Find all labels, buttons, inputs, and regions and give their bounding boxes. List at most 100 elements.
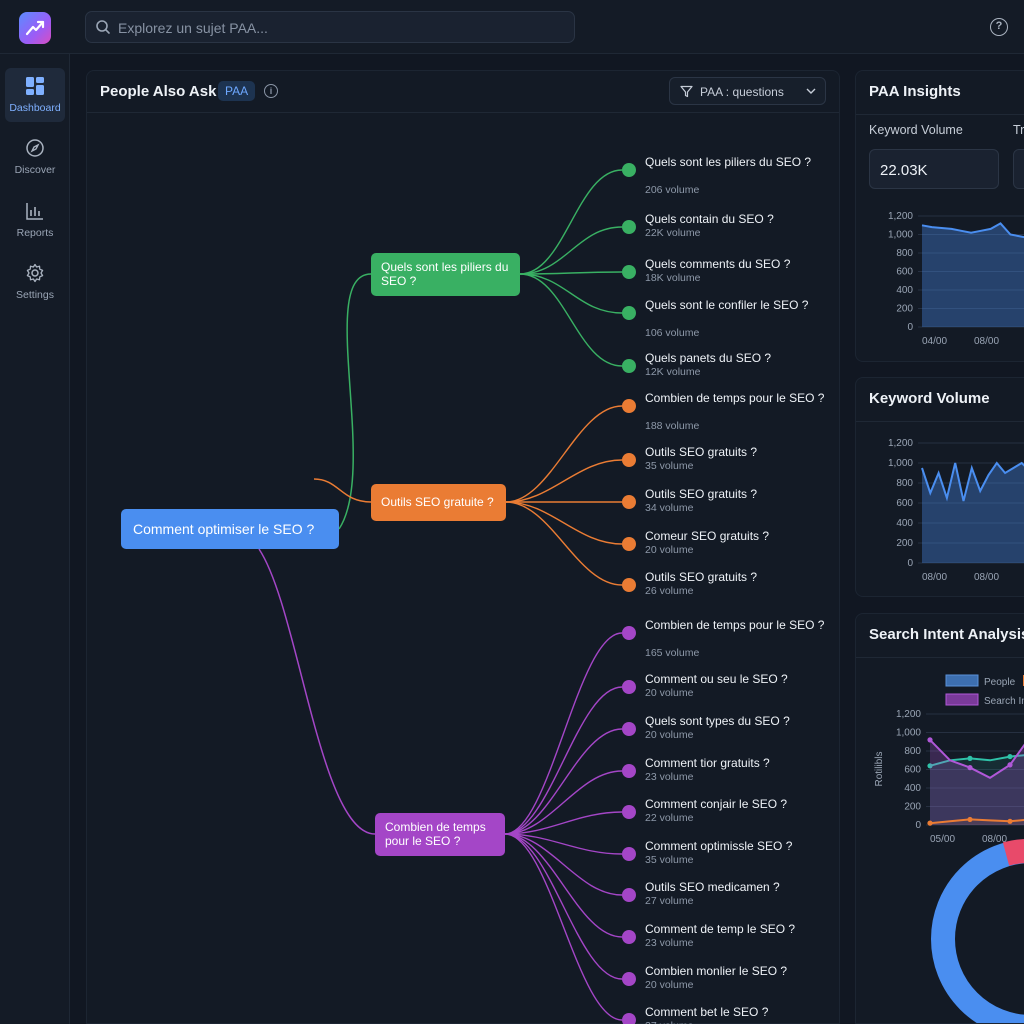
question-volume: 188 volume [645,420,700,432]
question-dot [622,495,636,509]
y-tick-label: 0 [907,558,913,569]
data-point [967,755,973,761]
question-volume: 35 volume [645,854,694,866]
y-tick-label: 1,000 [896,728,921,739]
y-tick-label: 800 [896,248,913,259]
question-text: Quels sont le confiler le SEO ? [645,298,809,312]
trend-up-icon [25,20,45,36]
legend-swatch [945,693,979,706]
branch-node-outils[interactable]: Outils SEO gratuite ? [371,484,506,521]
gear-icon [26,263,44,283]
branch-connector [313,478,372,503]
root-question-node[interactable]: Comment optimiser le SEO ? [121,509,339,549]
data-point [967,765,973,771]
question-text: Comment tior gratuits ? [645,756,770,770]
question-dot [622,399,636,413]
question-dot [622,847,636,861]
donut-segment [1002,839,1024,866]
paa-insights-panel: PAA Insights Keyword Volume Tr 22.03K 02… [855,70,1024,362]
question-dot [622,805,636,819]
branch-connector [258,548,376,835]
y-tick-label: 0 [907,322,913,333]
question-volume: 22K volume [645,227,701,239]
question-text: Outils SEO medicamen ? [645,880,780,894]
y-tick-label: 800 [896,478,913,489]
y-tick-label: 1,200 [896,709,921,720]
question-volume: 20 volume [645,687,694,699]
app-logo[interactable] [19,12,51,44]
branch-connector [338,273,372,530]
sidebar-item-settings[interactable]: Settings [5,255,65,309]
question-dot [622,1013,636,1024]
y-axis-label: Rotilibls [874,751,885,786]
sidebar-item-label: Dashboard [9,102,61,114]
y-tick-label: 600 [896,267,913,278]
question-text: Quels comments du SEO ? [645,257,791,271]
question-dot [622,163,636,177]
branch-node-piliers[interactable]: Quels sont les piliers du SEO ? [371,253,520,296]
question-dot [622,359,636,373]
question-dot [622,972,636,986]
leaf-connector [504,728,623,835]
search-intent-panel: Search Intent Analysis People Search In Ro… [855,613,1024,1024]
data-point [1007,762,1013,768]
leaf-connector [505,501,623,586]
question-text: Quels panets du SEO ? [645,351,772,365]
question-dot [622,626,636,640]
question-volume: 20 volume [645,544,694,556]
question-dot [622,578,636,592]
series-area [922,223,1024,327]
search-placeholder: Explorez un sujet PAA... [118,20,268,36]
question-volume: 22 volume [645,812,694,824]
question-text: Comment ou seu le SEO ? [645,672,788,686]
data-point [1007,753,1013,760]
y-tick-label: 1,000 [888,230,913,241]
question-text: Quels contain du SEO ? [645,212,774,226]
question-volume: 106 volume [645,327,700,339]
question-volume: 23 volume [645,937,694,949]
compass-icon [26,139,44,157]
x-tick-label: 08/00 [974,336,999,347]
legend-label: People [984,677,1016,688]
leaf-connector [519,169,623,275]
leaf-connector [505,459,623,503]
sidebar-item-reports[interactable]: Reports [5,193,65,247]
x-tick-label: 08/00 [922,572,947,583]
leaf-connector [504,632,623,835]
sidebar-item-label: Settings [16,289,54,301]
question-dot [622,930,636,944]
question-volume: 18K volume [645,272,701,284]
question-dot [622,888,636,902]
question-text: Quels sont types du SEO ? [645,714,790,728]
x-tick-label: 05/00 [930,834,955,845]
question-volume: 26 volume [645,585,694,597]
data-point [927,820,933,826]
question-dot [622,453,636,467]
question-volume: 20 volume [645,729,694,741]
x-tick-label: 08/00 [974,572,999,583]
data-point [927,737,933,743]
y-tick-label: 600 [904,765,921,776]
y-tick-label: 400 [896,285,913,296]
legend-swatch [945,674,979,687]
y-tick-label: 200 [896,538,913,549]
branch-node-temps[interactable]: Combien de temps pour le SEO ? [375,813,505,856]
question-volume: 27 volume [645,895,694,907]
y-tick-label: 200 [896,304,913,315]
sidebar-item-dashboard[interactable]: Dashboard [5,68,65,122]
leaf-connector [505,405,623,503]
question-volume: 20 volume [645,979,694,991]
help-icon[interactable]: ? [990,18,1008,36]
question-text: Comment bet le SEO ? [645,1005,769,1019]
y-tick-label: 1,000 [888,458,913,469]
keyword-volume-chart: 0 200 400 600 800 1,000 1,200 08/00 08/00 [888,438,1024,583]
question-text: Outils SEO gratuits ? [645,445,758,459]
search-intent-chart: People Search In Rotilibls 0 200 400 600 800 1,0… [874,674,1024,1023]
sidebar-item-discover[interactable]: Discover [5,130,65,184]
question-volume: 206 volume [645,184,700,196]
search-input[interactable]: Explorez un sujet PAA... [85,11,575,43]
y-tick-label: 0 [915,820,921,831]
question-volume: 34 volume [645,502,694,514]
x-tick-label: 04/00 [922,336,947,347]
question-volume: 12K volume [645,366,701,378]
